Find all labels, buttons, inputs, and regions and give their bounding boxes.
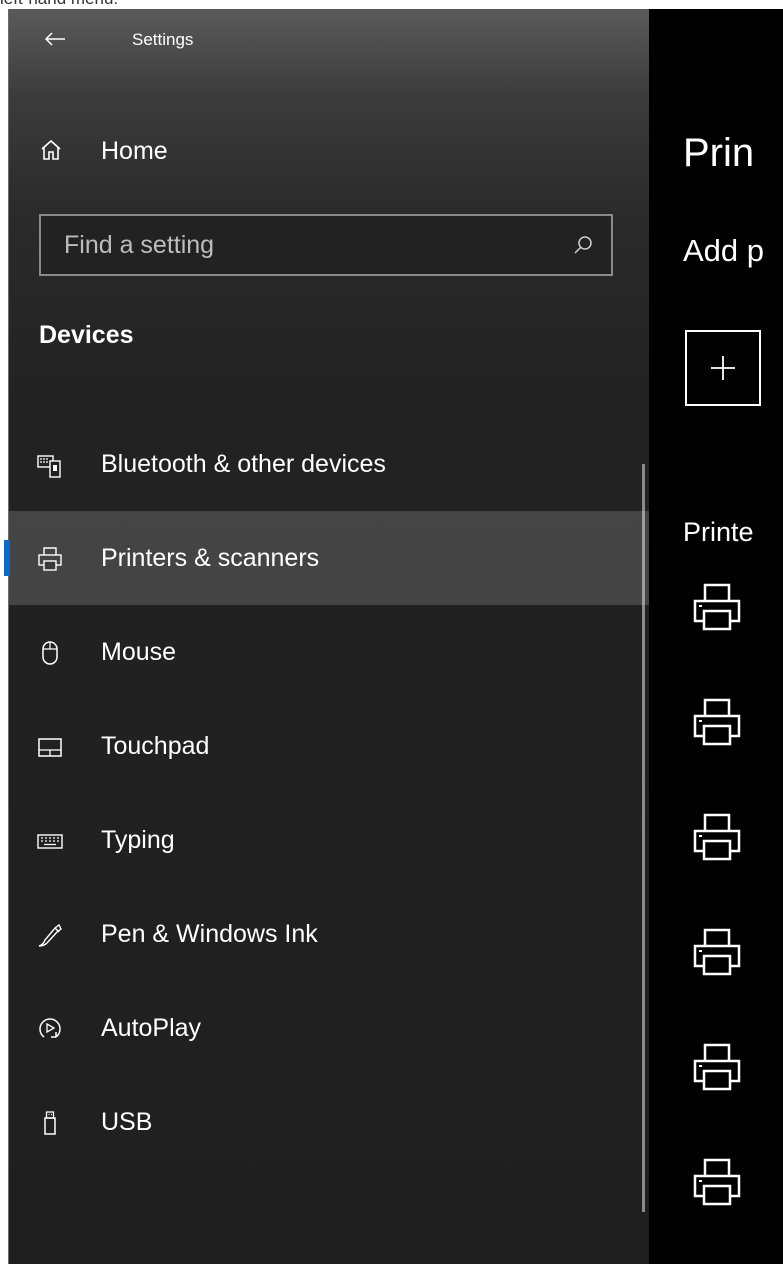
selection-indicator xyxy=(4,540,10,576)
bluetooth-devices-icon xyxy=(37,455,61,478)
search-placeholder: Find a setting xyxy=(64,231,215,259)
sidebar-item-label: Touchpad xyxy=(101,732,210,760)
sidebar-item-label: AutoPlay xyxy=(101,1014,202,1042)
settings-sidebar: Settings Home Find a setting Devices Blu… xyxy=(4,9,650,1264)
title-bar: Settings xyxy=(9,9,650,71)
mouse-icon xyxy=(42,641,58,665)
autoplay-icon xyxy=(39,1018,61,1038)
sidebar-item-typing[interactable]: Typing xyxy=(9,793,650,887)
sidebar-item-label: USB xyxy=(101,1108,153,1136)
sidebar-item-label: Printers & scanners xyxy=(101,544,320,572)
home-icon xyxy=(41,139,61,160)
printer-list-item[interactable] xyxy=(689,694,749,764)
search-input[interactable]: Find a setting xyxy=(39,214,613,276)
sidebar-item-mouse[interactable]: Mouse xyxy=(9,605,650,699)
sidebar-item-usb[interactable]: USB xyxy=(9,1075,650,1169)
printer-icon xyxy=(693,698,741,746)
printer-list-item[interactable] xyxy=(689,809,749,879)
sidebar-item-label: Bluetooth & other devices xyxy=(101,450,386,478)
printer-icon xyxy=(693,1158,741,1206)
printers-heading: Printe xyxy=(683,517,754,547)
printer-icon xyxy=(38,547,62,571)
back-button[interactable] xyxy=(39,23,71,55)
printer-list-item[interactable] xyxy=(689,1154,749,1224)
printer-list-item[interactable] xyxy=(689,579,749,649)
pen-icon xyxy=(38,923,62,947)
nav-home[interactable]: Home xyxy=(9,123,650,179)
printer-icon xyxy=(693,813,741,861)
home-label: Home xyxy=(101,137,168,165)
sidebar-item-autoplay[interactable]: AutoPlay xyxy=(9,981,650,1075)
printer-list-item[interactable] xyxy=(689,924,749,994)
printer-icon xyxy=(693,928,741,976)
sidebar-item-label: Pen & Windows Ink xyxy=(101,920,318,948)
sidebar-item-pen[interactable]: Pen & Windows Ink xyxy=(9,887,650,981)
sidebar-item-label: Mouse xyxy=(101,638,177,666)
sidebar-item-label: Typing xyxy=(101,826,175,854)
page-title: Prin xyxy=(683,131,755,175)
add-printer-heading: Add p xyxy=(683,233,765,268)
search-icon xyxy=(574,236,592,254)
printer-icon xyxy=(693,1043,741,1091)
sidebar-item-touchpad[interactable]: Touchpad xyxy=(9,699,650,793)
app-title: Settings xyxy=(132,30,194,49)
sidebar-item-printers[interactable]: Printers & scanners xyxy=(4,511,650,605)
touchpad-icon xyxy=(38,738,62,757)
add-printer-button[interactable] xyxy=(685,330,761,406)
plus-icon xyxy=(711,356,735,380)
main-content: Prin Add p Printe xyxy=(649,9,783,1264)
page-caption: left-hand menu. xyxy=(0,0,118,8)
back-arrow-icon xyxy=(44,32,65,46)
keyboard-icon xyxy=(37,834,63,849)
printer-list-item[interactable] xyxy=(689,1039,749,1109)
section-title: Devices xyxy=(39,321,134,349)
sidebar-item-bluetooth[interactable]: Bluetooth & other devices xyxy=(9,417,650,511)
usb-icon xyxy=(44,1111,56,1135)
printer-icon xyxy=(693,583,741,631)
